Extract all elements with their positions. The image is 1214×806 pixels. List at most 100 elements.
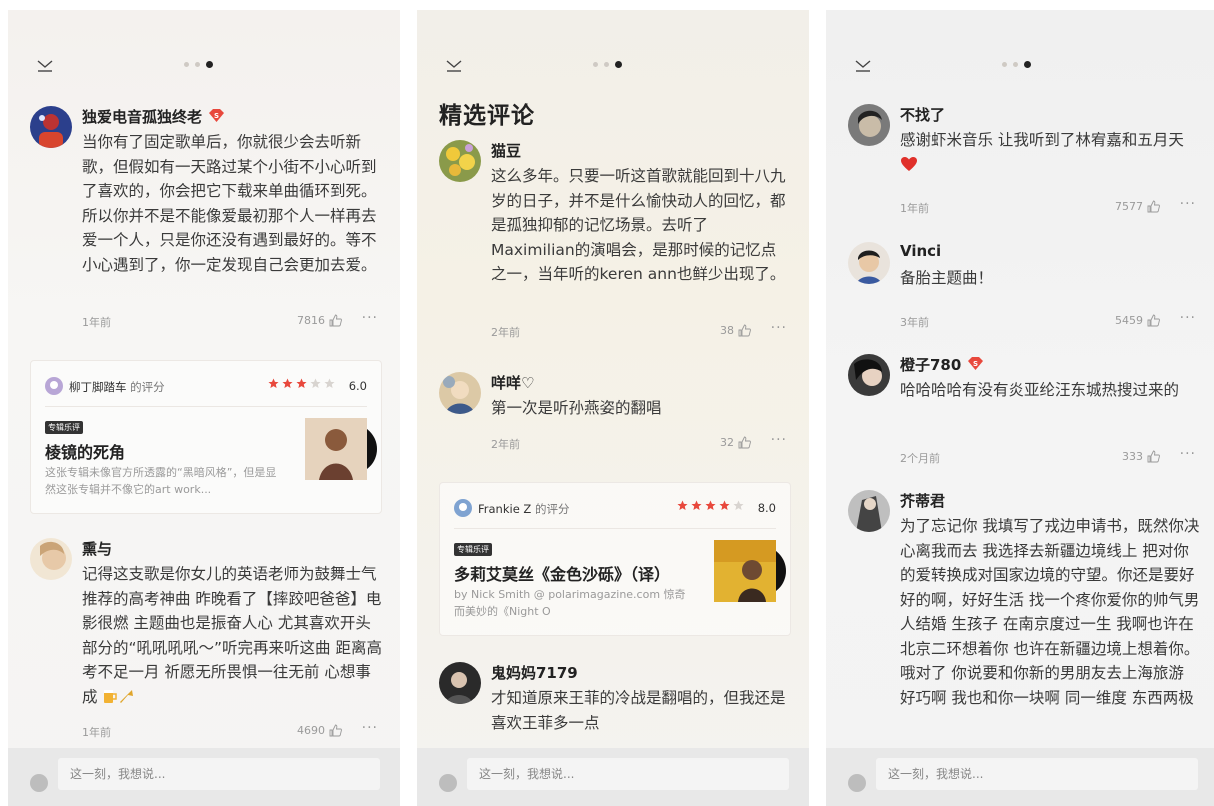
review-tag: 专辑乐评	[454, 543, 492, 556]
more-options-button[interactable]: ···	[771, 432, 787, 448]
page-indicator	[593, 61, 622, 68]
rating-card-header: Frankie Z 的评分 8.0	[454, 499, 776, 519]
avatar[interactable]	[439, 140, 481, 182]
rating-user[interactable]: Frankie Z 的评分	[478, 501, 569, 517]
avatar[interactable]	[848, 104, 890, 146]
user-avatar-icon	[439, 774, 457, 792]
page-dot	[1002, 62, 1007, 67]
comment-item: 芥蒂君 为了忘记你 我填写了戎边申请书，既然你决心离我而去 我选择去新疆边境线上…	[848, 490, 1200, 750]
comment-item: 咩咩♡ 第一次是听孙燕姿的翻唱 2年前 32 ···	[439, 372, 791, 452]
comment-text: 第一次是听孙燕姿的翻唱	[491, 399, 662, 417]
collapse-chevron-icon[interactable]	[445, 56, 463, 74]
comment-time: 2个月前	[900, 452, 940, 465]
thumbs-up-icon	[738, 324, 751, 337]
comment-text: 这么多年。只要一听这首歌就能回到十八九岁的日子，并不是什么愉快动人的回忆，都是孤…	[491, 167, 786, 283]
comment-input[interactable]: 这一刻，我想说...	[876, 758, 1198, 790]
comment-text: 才知道原来王菲的冷战是翻唱的，但我还是喜欢王菲多一点	[491, 689, 786, 732]
comment-meta: 1年前 4690 ···	[82, 720, 382, 740]
section-title: 精选评论	[439, 103, 535, 129]
commenter-name[interactable]: 鬼妈妈7179	[491, 662, 578, 683]
commenter-name[interactable]: 咩咩♡	[491, 372, 534, 393]
commenter-name[interactable]: Vinci	[900, 242, 941, 260]
star-empty-icon	[310, 378, 321, 388]
like-count: 7577	[1115, 200, 1143, 213]
comment-time: 1年前	[82, 726, 111, 739]
comment-input[interactable]: 这一刻，我想说...	[58, 758, 380, 790]
more-options-button[interactable]: ···	[1180, 446, 1196, 462]
comment-input-bar: 这一刻，我想说...	[826, 748, 1214, 806]
like-button[interactable]: 32	[720, 436, 751, 449]
avatar[interactable]	[439, 372, 481, 414]
svg-text:S: S	[973, 360, 978, 368]
comments-panel-1: 独爱电音孤独终老 S 当你有了固定歌单后，你就很少会去听新歌，但假如有一天路过某个…	[8, 10, 400, 806]
comment-text: 感谢虾米音乐 让我听到了林宥嘉和五月天	[900, 128, 1200, 177]
commenter-name[interactable]: 熏与	[82, 538, 112, 559]
comment-meta: 1年前 7816 ···	[82, 310, 382, 330]
album-description: 这张专辑未像官方所透露的“黑暗风格”，但是显然这张专辑并不像它的art work…	[45, 466, 277, 496]
star-filled-icon	[691, 500, 702, 510]
star-filled-icon	[296, 378, 307, 388]
review-tag: 专辑乐评	[45, 421, 83, 434]
like-count: 5459	[1115, 314, 1143, 327]
thumbs-up-icon	[329, 314, 342, 327]
avatar[interactable]	[30, 538, 72, 580]
more-options-button[interactable]: ···	[1180, 310, 1196, 326]
commenter-name[interactable]: 不找了	[900, 104, 945, 125]
collapse-chevron-icon[interactable]	[854, 56, 872, 74]
star-empty-icon	[733, 500, 744, 510]
commenter-name[interactable]: 独爱电音孤独终老 S	[82, 106, 225, 127]
comment-text: 为了忘记你 我填写了戎边申请书，既然你决心离我而去 我选择去新疆边境线上 把对你…	[900, 517, 1200, 707]
like-button[interactable]: 4690	[297, 724, 342, 737]
comment-item: 熏与 记得这支歌是你女儿的英语老师为鼓舞士气推荐的高考神曲 昨晚看了【摔跤吧爸爸…	[30, 538, 382, 758]
like-button[interactable]: 5459	[1115, 314, 1160, 327]
comment-input[interactable]: 这一刻，我想说...	[467, 758, 789, 790]
album-title: 多莉艾莫丝《金色沙砾》（译）	[454, 565, 671, 584]
avatar[interactable]	[848, 490, 890, 532]
user-avatar-icon	[30, 774, 48, 792]
avatar	[454, 499, 472, 517]
like-button[interactable]: 7577	[1115, 200, 1160, 213]
like-button[interactable]: 7816	[297, 314, 342, 327]
comments-panel-3: 不找了 感谢虾米音乐 让我听到了林宥嘉和五月天 1年前 7577 ··· Vin…	[826, 10, 1214, 806]
user-avatar-icon	[848, 774, 866, 792]
beer-emoji-icon	[104, 689, 118, 703]
divider	[45, 406, 367, 407]
rating-card[interactable]: Frankie Z 的评分 8.0 专辑乐评 多莉艾莫丝《金色沙砾》（译） by…	[439, 482, 791, 636]
thumbs-up-icon	[738, 436, 751, 449]
commenter-name[interactable]: 橙子780 S	[900, 354, 984, 375]
like-button[interactable]: 333	[1122, 450, 1160, 463]
avatar[interactable]	[848, 242, 890, 284]
commenter-name[interactable]: 芥蒂君	[900, 490, 945, 511]
avatar[interactable]	[848, 354, 890, 396]
comment-time: 2年前	[491, 326, 520, 339]
star-rating	[677, 500, 744, 511]
rating-user[interactable]: 柳丁脚踏车 的评分	[69, 379, 165, 395]
comment-text: 记得这支歌是你女儿的英语老师为鼓舞士气推荐的高考神曲 昨晚看了【摔跤吧爸爸】电影…	[82, 565, 382, 706]
comment-item: 不找了 感谢虾米音乐 让我听到了林宥嘉和五月天 1年前 7577 ···	[848, 104, 1200, 216]
comment-text: 当你有了固定歌单后，你就很少会去听新歌，但假如有一天路过某个小街不小心听到了喜欢…	[82, 133, 377, 274]
comment-item: 独爱电音孤独终老 S 当你有了固定歌单后，你就很少会去听新歌，但假如有一天路过某个…	[30, 106, 382, 336]
rating-card[interactable]: 柳丁脚踏车 的评分 6.0 专辑乐评 棱镜的死角 这张专辑未像官方所透露的“黑暗…	[30, 360, 382, 514]
avatar[interactable]	[439, 662, 481, 704]
collapse-chevron-icon[interactable]	[36, 56, 54, 74]
album-title: 棱镜的死角	[45, 443, 126, 462]
more-options-button[interactable]: ···	[362, 310, 378, 326]
more-options-button[interactable]: ···	[1180, 196, 1196, 212]
commenter-name[interactable]: 猫豆	[491, 140, 521, 161]
comment-item: 猫豆 这么多年。只要一听这首歌就能回到十八九岁的日子，并不是什么愉快动人的回忆，…	[439, 140, 791, 340]
comment-meta: 2年前 38 ···	[491, 320, 791, 340]
comment-time: 1年前	[82, 316, 111, 329]
like-button[interactable]: 38	[720, 324, 751, 337]
like-count: 32	[720, 436, 734, 449]
avatar[interactable]	[30, 106, 72, 148]
comment-item: Vinci 备胎主题曲！ 3年前 5459 ···	[848, 242, 1200, 332]
comment-item: 鬼妈妈7179 才知道原来王菲的冷战是翻唱的，但我还是喜欢王菲多一点	[439, 662, 791, 742]
more-options-button[interactable]: ···	[771, 320, 787, 336]
more-options-button[interactable]: ···	[362, 720, 378, 736]
page-dot	[593, 62, 598, 67]
comment-time: 2年前	[491, 438, 520, 451]
thumbs-up-icon	[1147, 200, 1160, 213]
svg-text:S: S	[214, 112, 219, 120]
star-filled-icon	[677, 500, 688, 510]
comment-meta: 2年前 32 ···	[491, 432, 791, 452]
